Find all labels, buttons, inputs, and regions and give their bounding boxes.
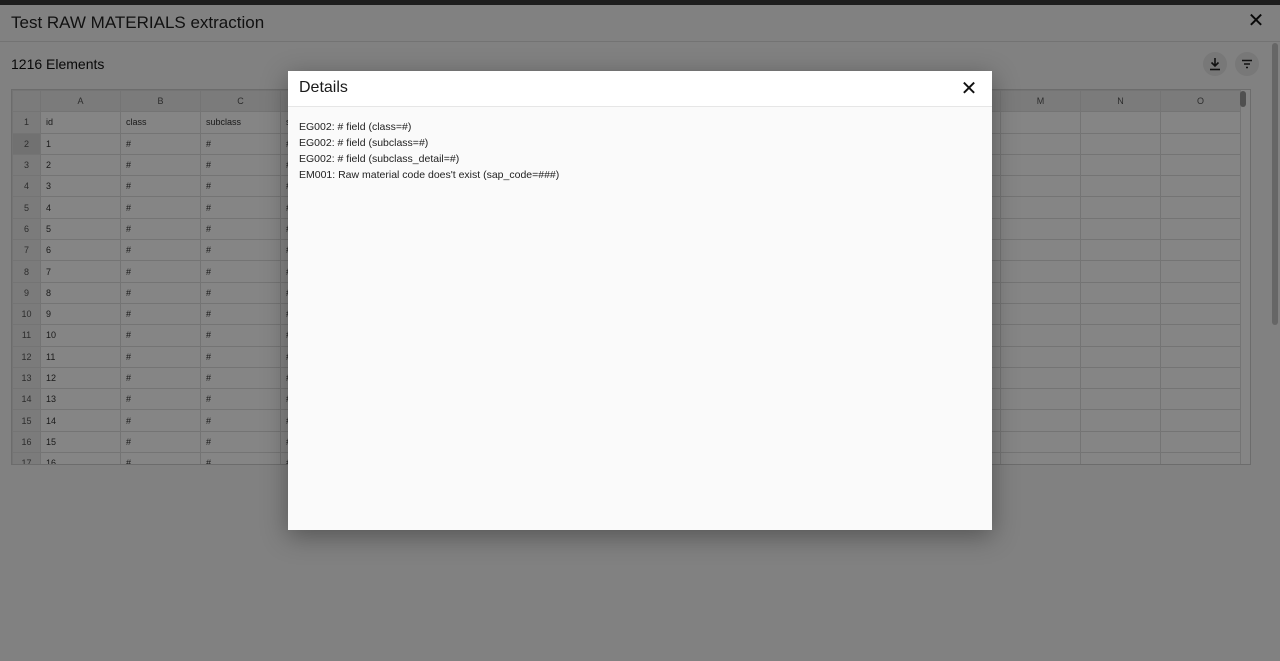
error-line: EG002: # field (subclass_detail=#) [299,153,460,165]
dialog-header: Details ✕ [288,71,992,107]
details-dialog: Details ✕ EG002: # field (class=#) EG002… [288,71,992,530]
close-icon: ✕ [960,78,978,100]
error-line: EM001: Raw material code does't exist (s… [299,169,560,181]
dialog-body: EG002: # field (class=#) EG002: # field … [288,107,992,195]
error-line: EG002: # field (class=#) [299,121,412,133]
dialog-title: Details [299,79,348,96]
error-line: EG002: # field (subclass=#) [299,137,429,149]
dialog-close-button[interactable]: ✕ [958,78,980,100]
